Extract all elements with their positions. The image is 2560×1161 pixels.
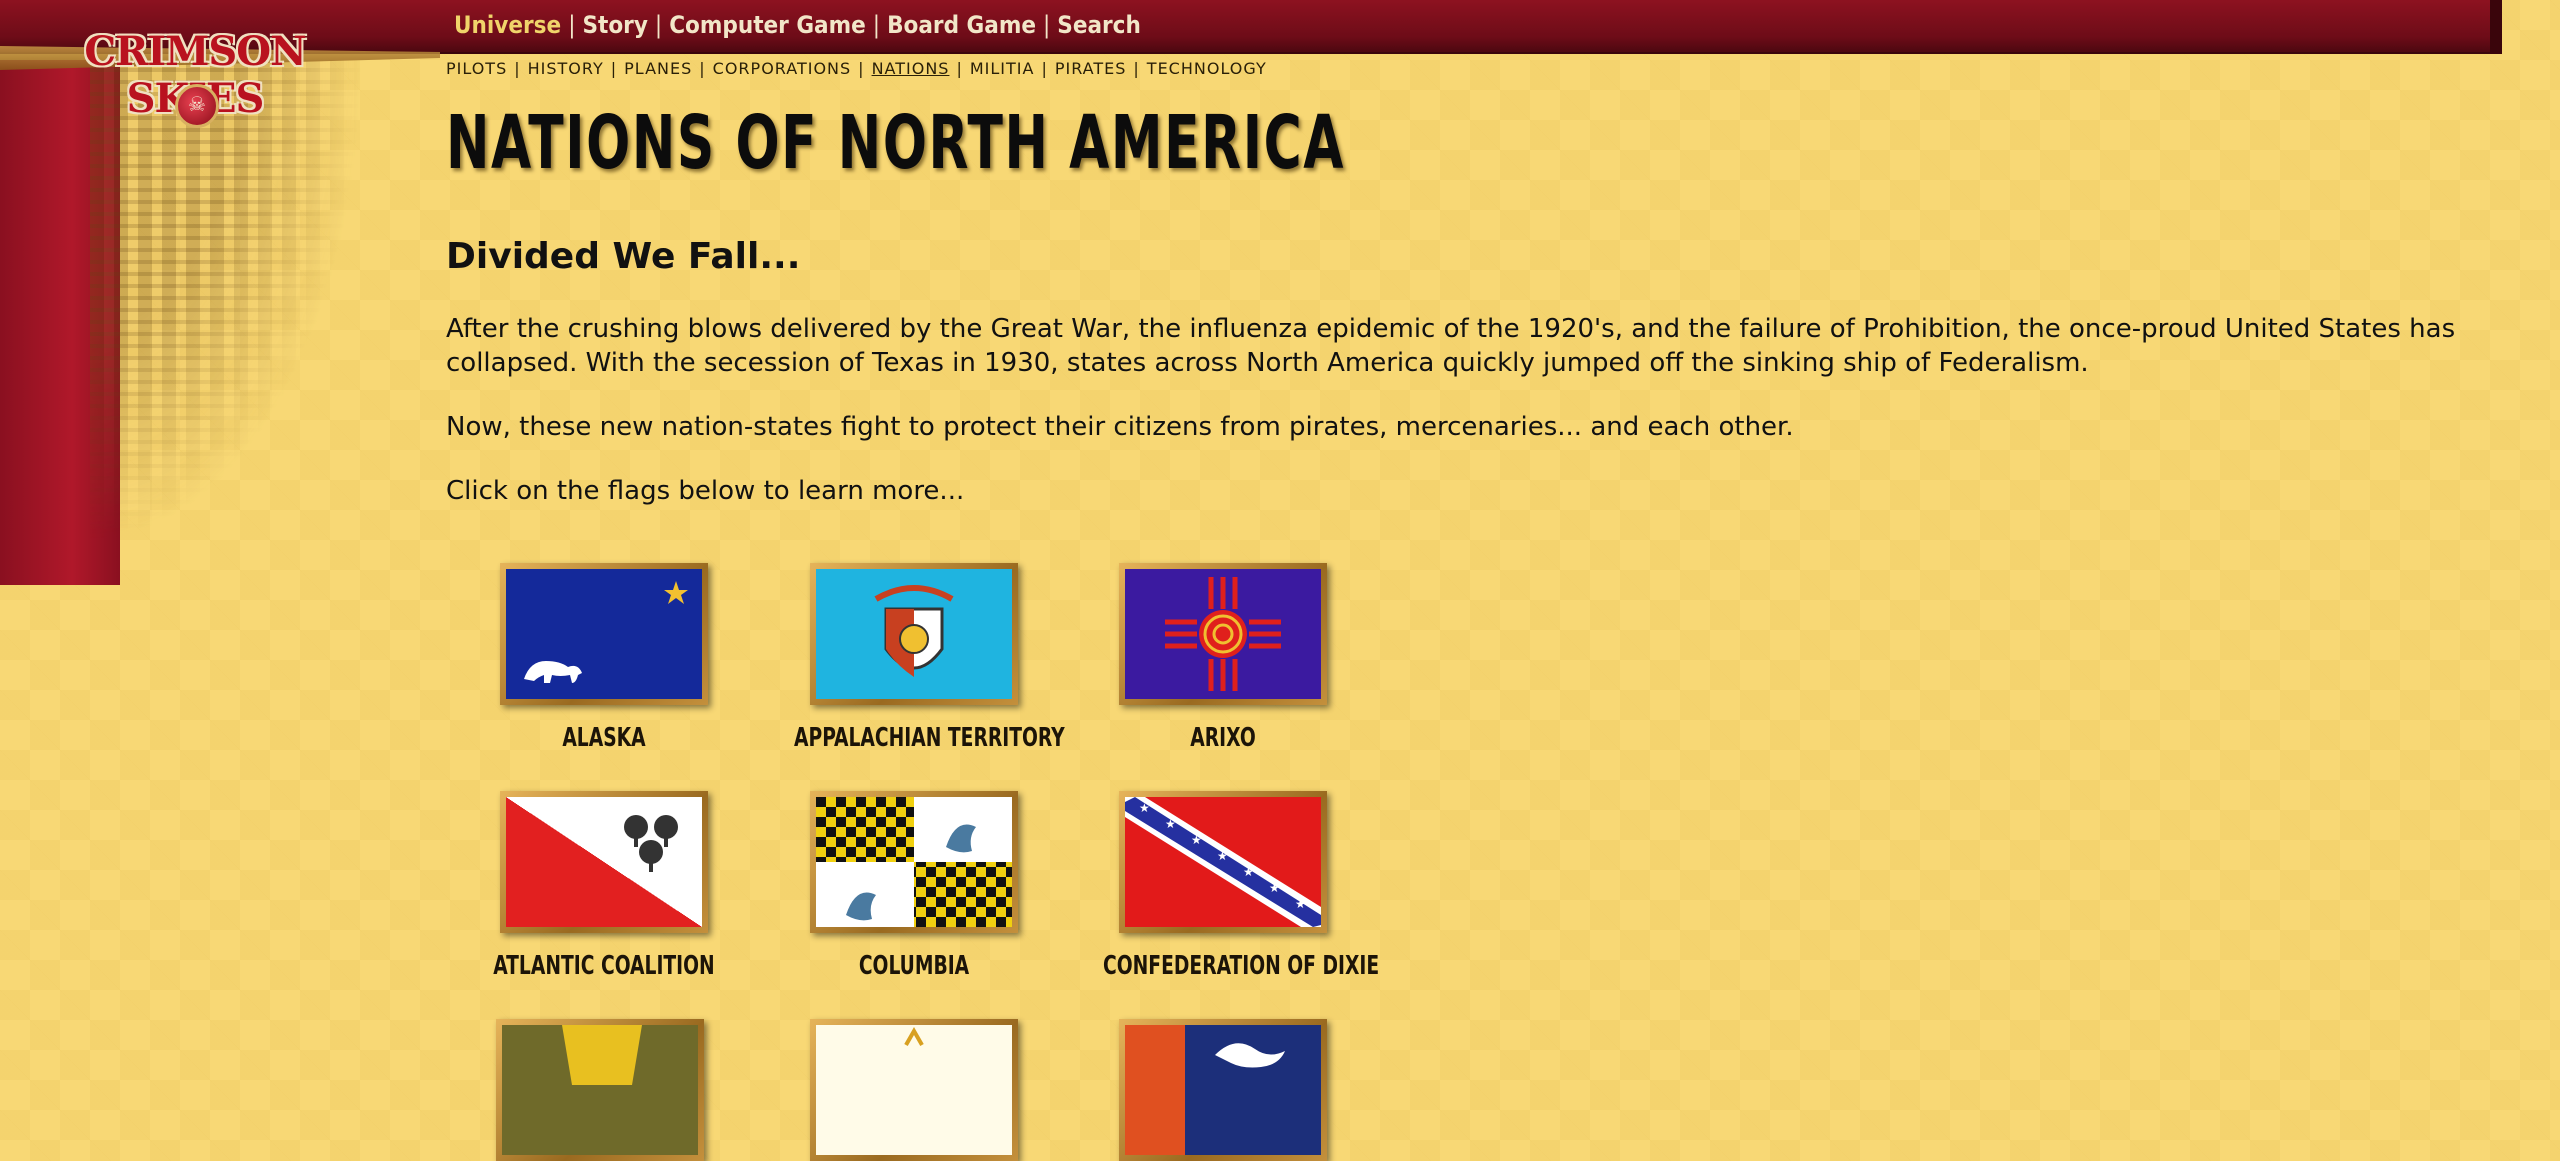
flag-card-appalachian-territory[interactable]: APPALACHIAN TERRITORY <box>764 563 1065 753</box>
page-title: NATIONS OF NORTH AMERICA <box>446 100 1345 186</box>
flag-frame <box>810 791 1018 933</box>
section-heading: Divided We Fall... <box>446 236 801 277</box>
sub-nav: PILOTS | HISTORY | PLANES | CORPORATIONS… <box>446 58 1267 78</box>
flag-frame <box>500 563 708 705</box>
appalachian-flag-image <box>816 569 1012 699</box>
subnav-separator: | <box>514 58 521 78</box>
arixo-flag-image <box>1125 569 1321 699</box>
svg-text:★: ★ <box>1217 849 1228 863</box>
nav-separator: | <box>872 11 881 39</box>
subnav-separator: | <box>1133 58 1140 78</box>
intro-paragraph: After the crushing blows delivered by th… <box>446 314 2456 378</box>
crimson-skies-logo[interactable]: CRIMSON SKIES ☠ <box>60 18 330 128</box>
flag-frame <box>1119 563 1327 705</box>
subnav-militia[interactable]: MILITIA <box>970 59 1035 78</box>
nav-computer-game[interactable]: Computer Game <box>669 11 866 39</box>
subnav-separator: | <box>1041 58 1048 78</box>
flag-frame <box>810 563 1018 705</box>
side-artwork: CRIMSON SKIES ☠ <box>0 0 440 660</box>
subnav-separator: | <box>956 58 963 78</box>
flag-frame <box>1119 1019 1327 1161</box>
alaska-flag-image <box>506 569 702 699</box>
subnav-history[interactable]: HISTORY <box>528 59 604 78</box>
subnav-technology[interactable]: TECHNOLOGY <box>1147 59 1267 78</box>
flag-card-columbia[interactable]: COLUMBIA <box>764 791 1064 981</box>
nav-universe[interactable]: Universe <box>454 11 561 39</box>
subnav-separator: | <box>610 58 618 78</box>
instruction-paragraph: Click on the flags below to learn more..… <box>446 476 965 506</box>
subnav-separator: | <box>858 58 865 78</box>
nav-separator: | <box>568 11 576 39</box>
subnav-nations[interactable]: NATIONS <box>872 59 950 78</box>
flag-card-alaska[interactable]: ALASKA <box>454 563 754 753</box>
flag-card-confederation-of-dixie[interactable]: ★ ★ ★ ★ ★ ★ ★ CONFEDERATION OF DIXIE <box>1073 791 1380 981</box>
flag-card-partial[interactable] <box>450 1019 750 1161</box>
conflict-paragraph: Now, these new nation-states fight to pr… <box>446 412 1794 442</box>
svg-text:★: ★ <box>1191 833 1202 847</box>
flag-card-atlantic-coalition[interactable]: ATLANTIC COALITION <box>454 791 754 981</box>
partial-flag-image <box>816 1025 1012 1155</box>
svg-text:★: ★ <box>1243 865 1254 879</box>
flag-frame <box>810 1019 1018 1161</box>
flag-card-partial[interactable] <box>1073 1019 1373 1161</box>
flag-label-columbia: COLUMBIA <box>858 951 970 981</box>
partial-flag-image <box>1125 1025 1321 1155</box>
columbia-flag-image <box>816 797 1012 927</box>
flag-label-confederation-of-dixie: CONFEDERATION OF DIXIE <box>1103 951 1380 981</box>
flag-label-arixo: ARIXO <box>1190 723 1256 753</box>
svg-text:★: ★ <box>1295 897 1306 911</box>
atlantic-coalition-flag-image <box>506 797 702 927</box>
svg-text:★: ★ <box>1139 801 1150 815</box>
nav-board-game[interactable]: Board Game <box>887 11 1036 39</box>
nav-separator: | <box>1042 11 1051 39</box>
main-nav: Universe | Story | Computer Game | Board… <box>454 7 1141 43</box>
skull-medal-icon: ☠ <box>175 84 219 128</box>
flag-frame <box>496 1019 704 1161</box>
nav-separator: | <box>654 11 663 39</box>
subnav-pirates[interactable]: PIRATES <box>1055 59 1127 78</box>
flag-card-partial[interactable] <box>764 1019 1064 1161</box>
subnav-corporations[interactable]: CORPORATIONS <box>713 59 852 78</box>
banner-edge <box>2490 0 2502 54</box>
flag-frame <box>500 791 708 933</box>
subnav-pilots[interactable]: PILOTS <box>446 59 507 78</box>
nav-story[interactable]: Story <box>582 11 647 39</box>
flag-label-alaska: ALASKA <box>562 723 646 753</box>
dixie-flag-image: ★ ★ ★ ★ ★ ★ ★ <box>1125 797 1321 927</box>
svg-text:★: ★ <box>1269 881 1280 895</box>
city-skyline-image <box>90 60 430 660</box>
subnav-planes[interactable]: PLANES <box>624 59 692 78</box>
subnav-separator: | <box>699 58 706 78</box>
flag-label-atlantic-coalition: ATLANTIC COALITION <box>493 951 715 981</box>
flag-frame: ★ ★ ★ ★ ★ ★ ★ <box>1119 791 1327 933</box>
nav-search[interactable]: Search <box>1057 11 1141 39</box>
flag-label-appalachian-territory: APPALACHIAN TERRITORY <box>794 723 1065 753</box>
flag-card-arixo[interactable]: ARIXO <box>1073 563 1373 753</box>
svg-text:★: ★ <box>1165 817 1176 831</box>
partial-flag-image <box>502 1025 698 1155</box>
